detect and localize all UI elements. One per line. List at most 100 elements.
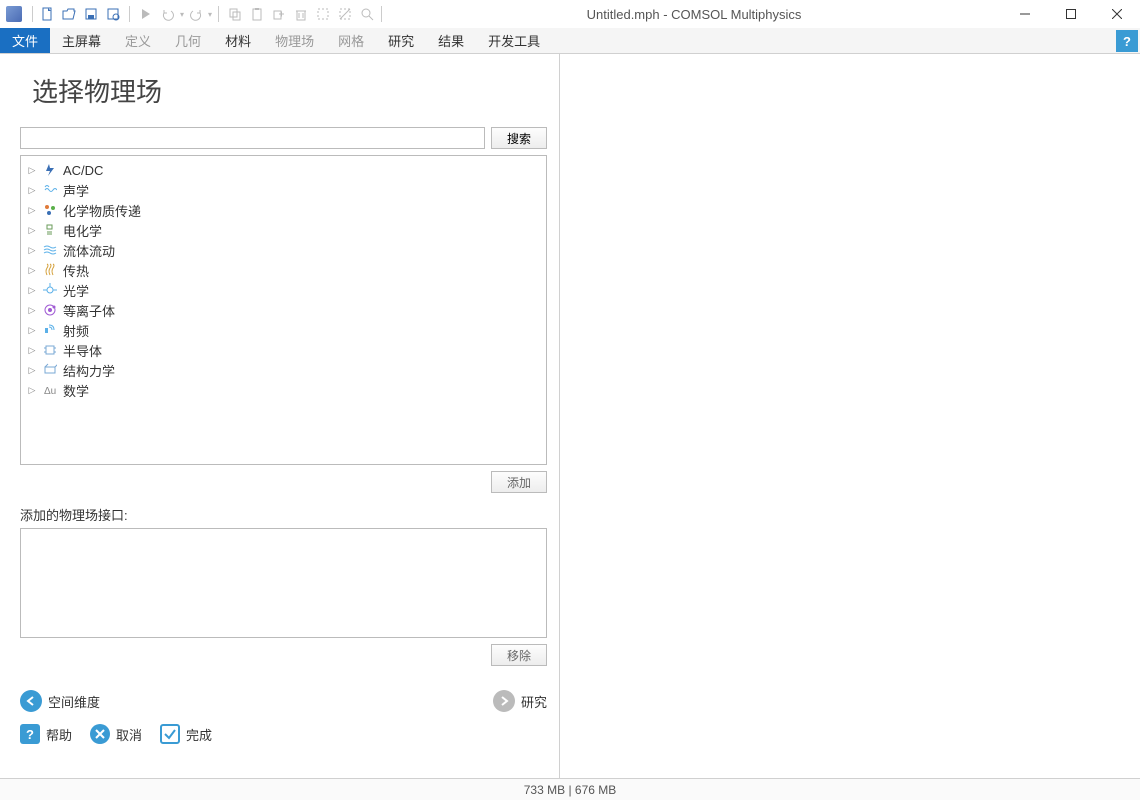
chevron-right-icon: ▷ (27, 265, 37, 275)
tree-item-acoustic[interactable]: ▷声学 (27, 180, 540, 200)
menu-结果[interactable]: 结果 (426, 28, 476, 53)
menu-网格[interactable]: 网格 (326, 28, 376, 53)
undo-icon (158, 4, 178, 24)
tree-item-label: 半导体 (63, 341, 102, 360)
chevron-right-icon: ▷ (27, 305, 37, 315)
add-button[interactable]: 添加 (491, 471, 547, 493)
window-controls (1002, 0, 1140, 28)
tree-item-acdc[interactable]: ▷AC/DC (27, 160, 540, 180)
chevron-right-icon: ▷ (27, 345, 37, 355)
chevron-right-icon: ▷ (27, 285, 37, 295)
search-input[interactable] (20, 127, 485, 149)
tree-item-struct[interactable]: ▷结构力学 (27, 360, 540, 380)
cancel-button[interactable]: 取消 (90, 724, 142, 744)
fluid-icon (43, 243, 57, 257)
tree-item-label: 等离子体 (63, 301, 115, 320)
plasma-icon (43, 303, 57, 317)
tree-item-label: 传热 (63, 261, 89, 280)
tree-item-chem[interactable]: ▷ 化学物质传递 (27, 200, 540, 220)
menu-文件[interactable]: 文件 (0, 28, 50, 53)
chevron-right-icon: ▷ (27, 325, 37, 335)
tree-item-heat[interactable]: ▷ 传热 (27, 260, 540, 280)
arrow-right-icon (493, 690, 515, 712)
copy-icon (225, 4, 245, 24)
separator (381, 6, 382, 22)
electrochem-icon (43, 223, 57, 237)
chem-icon (43, 203, 57, 217)
chevron-right-icon: ▷ (27, 205, 37, 215)
tree-item-math[interactable]: ▷ Δu 数学 (27, 380, 540, 400)
right-pane (560, 54, 1140, 778)
arrow-left-icon (20, 690, 42, 712)
tree-item-label: 化学物质传递 (63, 201, 141, 220)
tree-item-semi[interactable]: ▷ 半导体 (27, 340, 540, 360)
menu-开发工具[interactable]: 开发工具 (476, 28, 552, 53)
menu-材料[interactable]: 材料 (213, 28, 263, 53)
heat-icon (43, 263, 57, 277)
save-icon[interactable] (81, 4, 101, 24)
svg-text:Δu: Δu (44, 386, 56, 397)
struct-icon (43, 363, 57, 377)
help-button[interactable]: ? 帮助 (20, 724, 72, 744)
done-label: 完成 (186, 725, 212, 744)
tree-item-optics[interactable]: ▷光学 (27, 280, 540, 300)
separator (129, 6, 130, 22)
search-button[interactable]: 搜索 (491, 127, 547, 149)
help-label: 帮助 (46, 725, 72, 744)
delete-icon (291, 4, 311, 24)
chevron-right-icon: ▷ (27, 185, 37, 195)
minimize-button[interactable] (1002, 0, 1048, 28)
semi-icon (43, 343, 57, 357)
acdc-icon (43, 163, 57, 177)
physics-tree[interactable]: ▷AC/DC▷声学▷化学物质传递▷电化学▷流体流动▷传热▷光学▷等离子体▷射频▷… (20, 155, 547, 465)
nav-forward[interactable]: 研究 (493, 690, 547, 712)
nav-row: 空间维度 研究 (20, 690, 547, 712)
tree-item-label: 结构力学 (63, 361, 115, 380)
tree-item-plasma[interactable]: ▷ 等离子体 (27, 300, 540, 320)
chevron-right-icon: ▷ (27, 245, 37, 255)
optics-icon (43, 283, 57, 297)
quick-access-toolbar: ▾▾ (37, 4, 377, 24)
done-button[interactable]: 完成 (160, 724, 212, 744)
tree-item-label: 数学 (63, 381, 89, 400)
redo-icon (186, 4, 206, 24)
titlebar: ▾▾ Untitled.mph - COMSOL Multiphysics (0, 0, 1140, 28)
menu-研究[interactable]: 研究 (376, 28, 426, 53)
footer-row: ? 帮助 取消 完成 (20, 724, 547, 744)
tree-item-fluid[interactable]: ▷流体流动 (27, 240, 540, 260)
done-icon (160, 724, 180, 744)
menu-物理场[interactable]: 物理场 (263, 28, 326, 53)
content-area: 选择物理场 搜索 ▷AC/DC▷声学▷化学物质传递▷电化学▷流体流动▷传热▷光学… (0, 54, 1140, 778)
menu-几何[interactable]: 几何 (163, 28, 213, 53)
open-icon[interactable] (59, 4, 79, 24)
close-button[interactable] (1094, 0, 1140, 28)
dropdown-icon: ▾ (208, 10, 212, 19)
chevron-right-icon: ▷ (27, 225, 37, 235)
tree-item-electrochem[interactable]: ▷电化学 (27, 220, 540, 240)
chevron-right-icon: ▷ (27, 385, 37, 395)
new-icon[interactable] (37, 4, 57, 24)
acoustic-icon (43, 183, 57, 197)
menubar-help-button[interactable]: ? (1116, 30, 1138, 52)
run-icon (136, 4, 156, 24)
nav-forward-label: 研究 (521, 692, 547, 711)
separator (218, 6, 219, 22)
menu-定义[interactable]: 定义 (113, 28, 163, 53)
window-title: Untitled.mph - COMSOL Multiphysics (386, 7, 1002, 22)
select-icon (313, 4, 333, 24)
added-interfaces-label: 添加的物理场接口: (20, 505, 547, 524)
app-icon (6, 6, 22, 22)
maximize-button[interactable] (1048, 0, 1094, 28)
menu-主屏幕[interactable]: 主屏幕 (50, 28, 113, 53)
tree-item-label: AC/DC (63, 163, 103, 178)
nav-back[interactable]: 空间维度 (20, 690, 100, 712)
added-interfaces-box[interactable] (20, 528, 547, 638)
memory-status: 733 MB | 676 MB (524, 783, 617, 797)
remove-button[interactable]: 移除 (491, 644, 547, 666)
left-pane: 选择物理场 搜索 ▷AC/DC▷声学▷化学物质传递▷电化学▷流体流动▷传热▷光学… (0, 54, 560, 778)
page-title: 选择物理场 (32, 72, 547, 109)
duplicate-icon (269, 4, 289, 24)
save-as-icon[interactable] (103, 4, 123, 24)
cancel-label: 取消 (116, 725, 142, 744)
tree-item-rf[interactable]: ▷射频 (27, 320, 540, 340)
